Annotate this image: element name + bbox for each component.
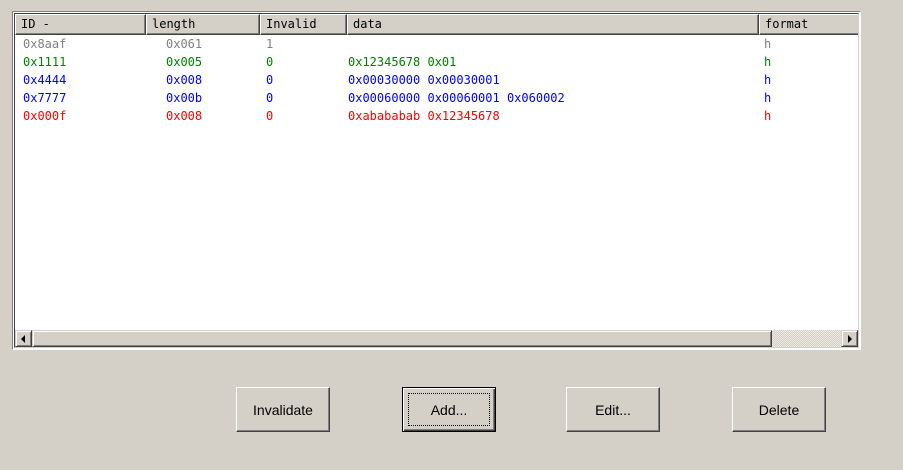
message-list-view[interactable]: ID - length Invalid data format 0x8aaf 0… [12,11,861,350]
cell-id: 0x8aaf [23,37,67,51]
delete-button-label: Delete [758,401,800,418]
scrollbar-thumb[interactable] [32,330,772,347]
column-header-id[interactable]: ID - [15,14,146,35]
cell-id: 0x7777 [23,91,67,105]
column-header-data[interactable]: data [347,14,759,35]
cell-id: 0x000f [23,109,67,123]
scroll-left-button[interactable] [15,330,32,347]
scroll-right-button[interactable] [841,330,858,347]
cell-id: 0x1111 [23,55,67,69]
cell-data: 0x00030000 0x00030001 [348,73,500,87]
cell-data: 0xabababab 0x12345678 [348,109,500,123]
cell-format: h [764,55,772,69]
cell-length: 0x005 [166,55,203,69]
cell-data: 0x00060000 0x00060001 0x060002 [348,91,565,105]
cell-format: h [764,91,772,105]
cell-invalid: 0 [266,109,274,123]
cell-length: 0x008 [166,73,203,87]
dialog-window: ID - length Invalid data format 0x8aaf 0… [0,0,903,470]
horizontal-scrollbar[interactable] [15,330,858,347]
table-row[interactable]: 0x000f 0x008 0 0xabababab 0x12345678 h [15,107,858,125]
cell-invalid: 0 [266,73,274,87]
cell-length: 0x008 [166,109,203,123]
cell-format: h [764,109,772,123]
add-button[interactable]: Add... [402,387,496,432]
triangle-right-icon [848,335,852,343]
table-row[interactable]: 0x4444 0x008 0 0x00030000 0x00030001 h [15,71,858,89]
table-row[interactable]: 0x8aaf 0x061 1 h [15,35,858,53]
cell-invalid: 1 [266,37,274,51]
list-rows: 0x8aaf 0x061 1 h 0x1111 0x005 0 0x123456… [15,35,858,125]
table-row[interactable]: 0x1111 0x005 0 0x12345678 0x01 h [15,53,858,71]
column-header-length[interactable]: length [146,14,260,35]
delete-button[interactable]: Delete [732,387,826,432]
edit-button[interactable]: Edit... [566,387,660,432]
triangle-left-icon [21,335,25,343]
cell-format: h [764,37,772,51]
list-header: ID - length Invalid data format [15,14,858,35]
cell-invalid: 0 [266,91,274,105]
cell-length: 0x00b [166,91,203,105]
cell-invalid: 0 [266,55,274,69]
cell-length: 0x061 [166,37,203,51]
cell-data [347,35,759,53]
column-header-invalid[interactable]: Invalid [260,14,347,35]
table-row[interactable]: 0x7777 0x00b 0 0x00060000 0x00060001 0x0… [15,89,858,107]
edit-button-label: Edit... [595,401,631,418]
focus-rectangle [408,393,490,426]
scrollbar-track[interactable] [772,330,841,347]
invalidate-button[interactable]: Invalidate [236,387,330,432]
cell-data: 0x12345678 0x01 [348,55,457,69]
invalidate-button-label: Invalidate [253,401,313,418]
cell-id: 0x4444 [23,73,67,87]
column-header-format[interactable]: format [759,14,858,35]
cell-format: h [764,73,772,87]
list-view-inner: ID - length Invalid data format 0x8aaf 0… [14,13,859,348]
